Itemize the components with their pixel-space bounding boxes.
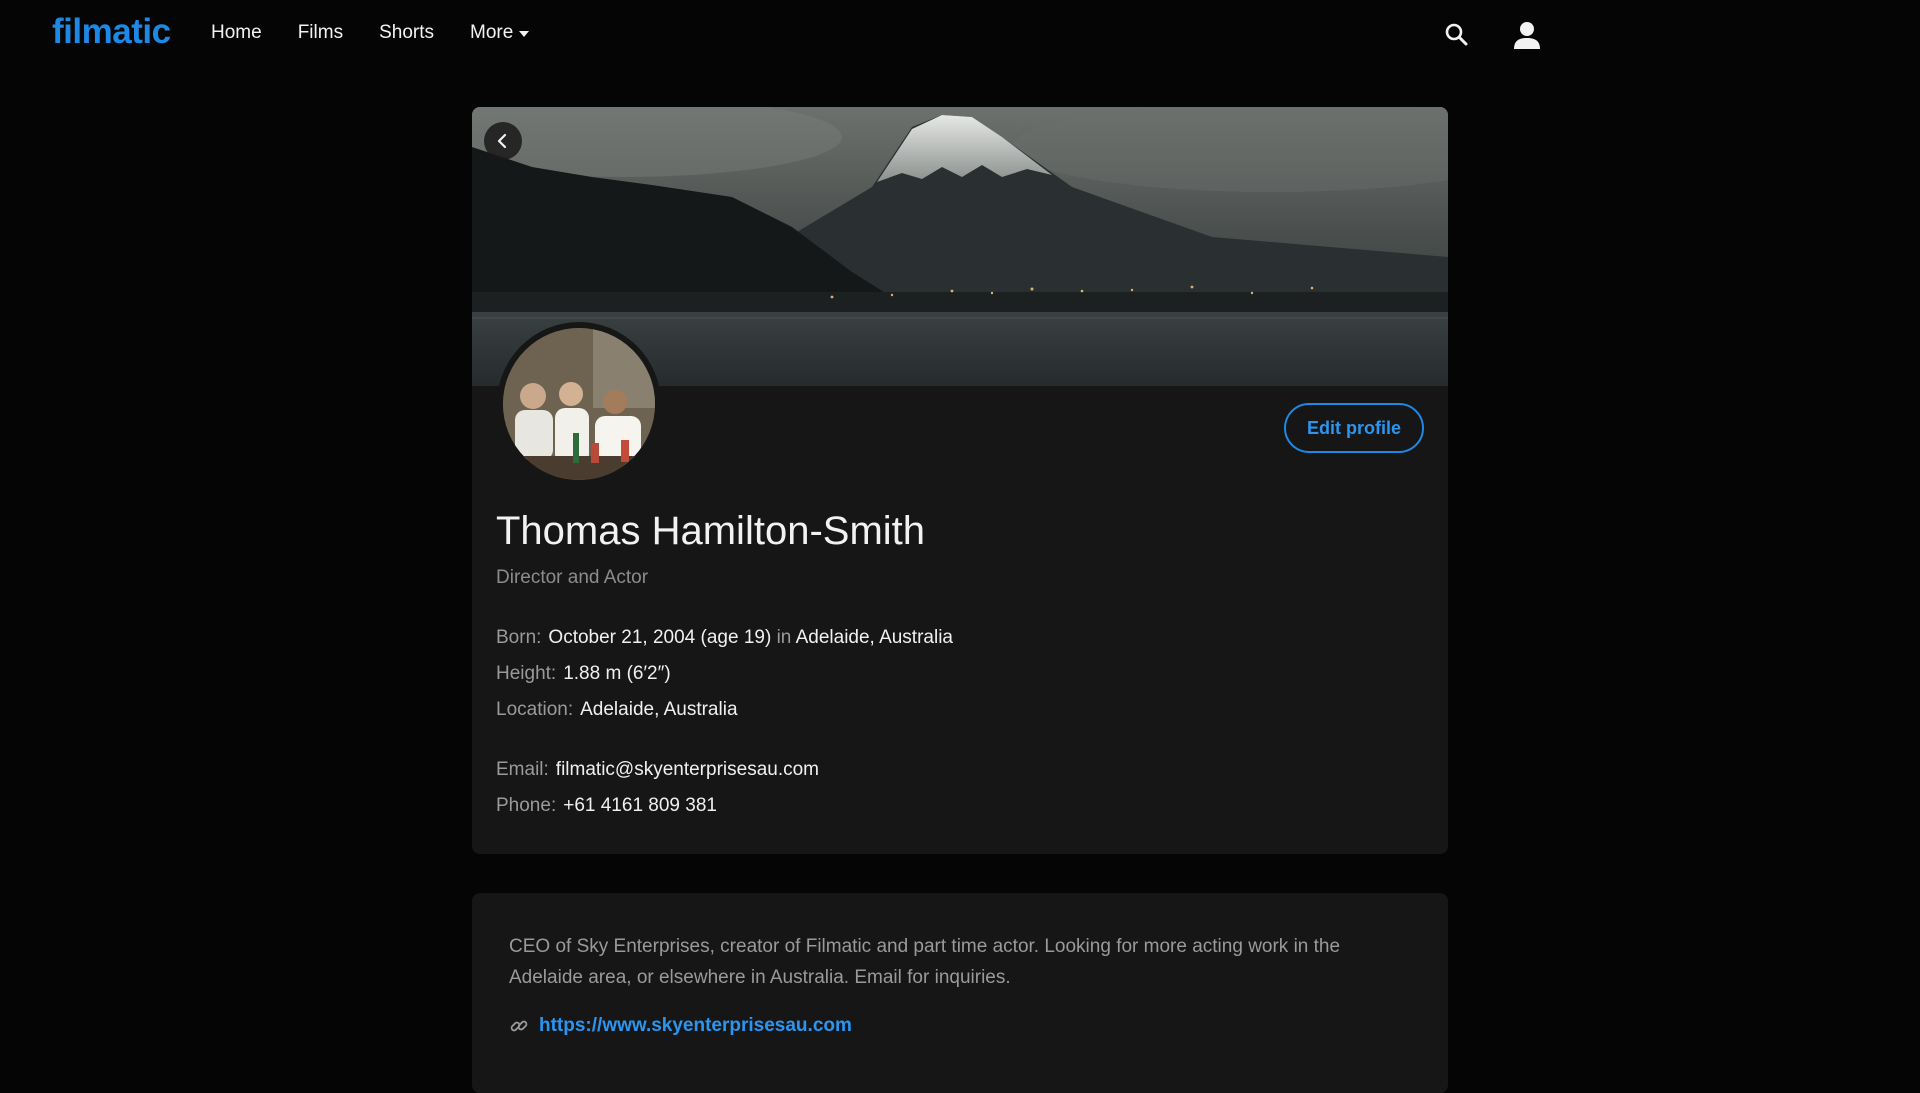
born-in-label: in	[776, 627, 792, 648]
height-value: 1.88 m (6′2″)	[563, 663, 671, 684]
search-button[interactable]	[1440, 18, 1474, 52]
avatar-photo	[503, 328, 655, 480]
nav-films-label: Films	[297, 22, 344, 43]
top-navigation: filmatic Home Films Shorts More	[0, 0, 1920, 70]
phone-value[interactable]: +61 4161 809 381	[563, 795, 717, 816]
born-label: Born:	[496, 627, 542, 648]
chevron-left-icon	[497, 133, 507, 149]
location-label: Location:	[496, 699, 574, 720]
avatar[interactable]	[503, 328, 655, 480]
profile-card: Edit profile Thomas Hamilton-Smith Direc…	[472, 107, 1448, 854]
bio-text: CEO of Sky Enterprises, creator of Filma…	[509, 936, 1341, 988]
location-value: Adelaide, Australia	[580, 699, 738, 720]
back-button[interactable]	[484, 122, 522, 160]
phone-label: Phone:	[496, 795, 557, 816]
edit-profile-button[interactable]: Edit profile	[1284, 403, 1424, 453]
born-row: Born: October 21, 2004 (age 19) in Adelai…	[496, 627, 953, 649]
nav-home-label: Home	[211, 22, 262, 43]
link-icon	[510, 1020, 528, 1032]
height-label: Height:	[496, 663, 557, 684]
location-row: Location: Adelaide, Australia	[496, 699, 738, 721]
nav-shorts[interactable]: Shorts	[379, 22, 434, 44]
brand-logo[interactable]: filmatic	[52, 12, 171, 52]
phone-row: Phone: +61 4161 809 381	[496, 795, 717, 817]
height-row: Height: 1.88 m (6′2″)	[496, 663, 671, 685]
nav-home[interactable]: Home	[211, 22, 262, 44]
email-row: Email: filmatic@skyenterprisesau.com	[496, 759, 819, 781]
bio-card: CEO of Sky Enterprises, creator of Filma…	[472, 893, 1448, 1093]
website-link[interactable]: https://www.skyenterprisesau.com	[539, 1015, 852, 1037]
nav-links: Home Films Shorts More	[211, 22, 565, 44]
user-icon	[1514, 22, 1540, 49]
account-button[interactable]	[1510, 18, 1544, 52]
caret-down-icon	[519, 31, 530, 37]
search-icon	[1445, 23, 1468, 46]
nav-more-dropdown[interactable]: More	[470, 22, 530, 44]
nav-films[interactable]: Films	[298, 22, 343, 44]
email-value[interactable]: filmatic@skyenterprisesau.com	[556, 759, 819, 780]
profile-role: Director and Actor	[496, 567, 649, 588]
born-place: Adelaide, Australia	[795, 627, 953, 648]
nav-more-label: More	[470, 22, 514, 43]
bio-link-row: https://www.skyenterprisesau.com	[509, 1015, 852, 1037]
email-label: Email:	[496, 759, 549, 780]
avatar-frame	[497, 322, 661, 486]
profile-name: Thomas Hamilton-Smith	[496, 509, 926, 553]
born-value: October 21, 2004 (age 19)	[548, 627, 772, 648]
nav-shorts-label: Shorts	[379, 22, 434, 43]
